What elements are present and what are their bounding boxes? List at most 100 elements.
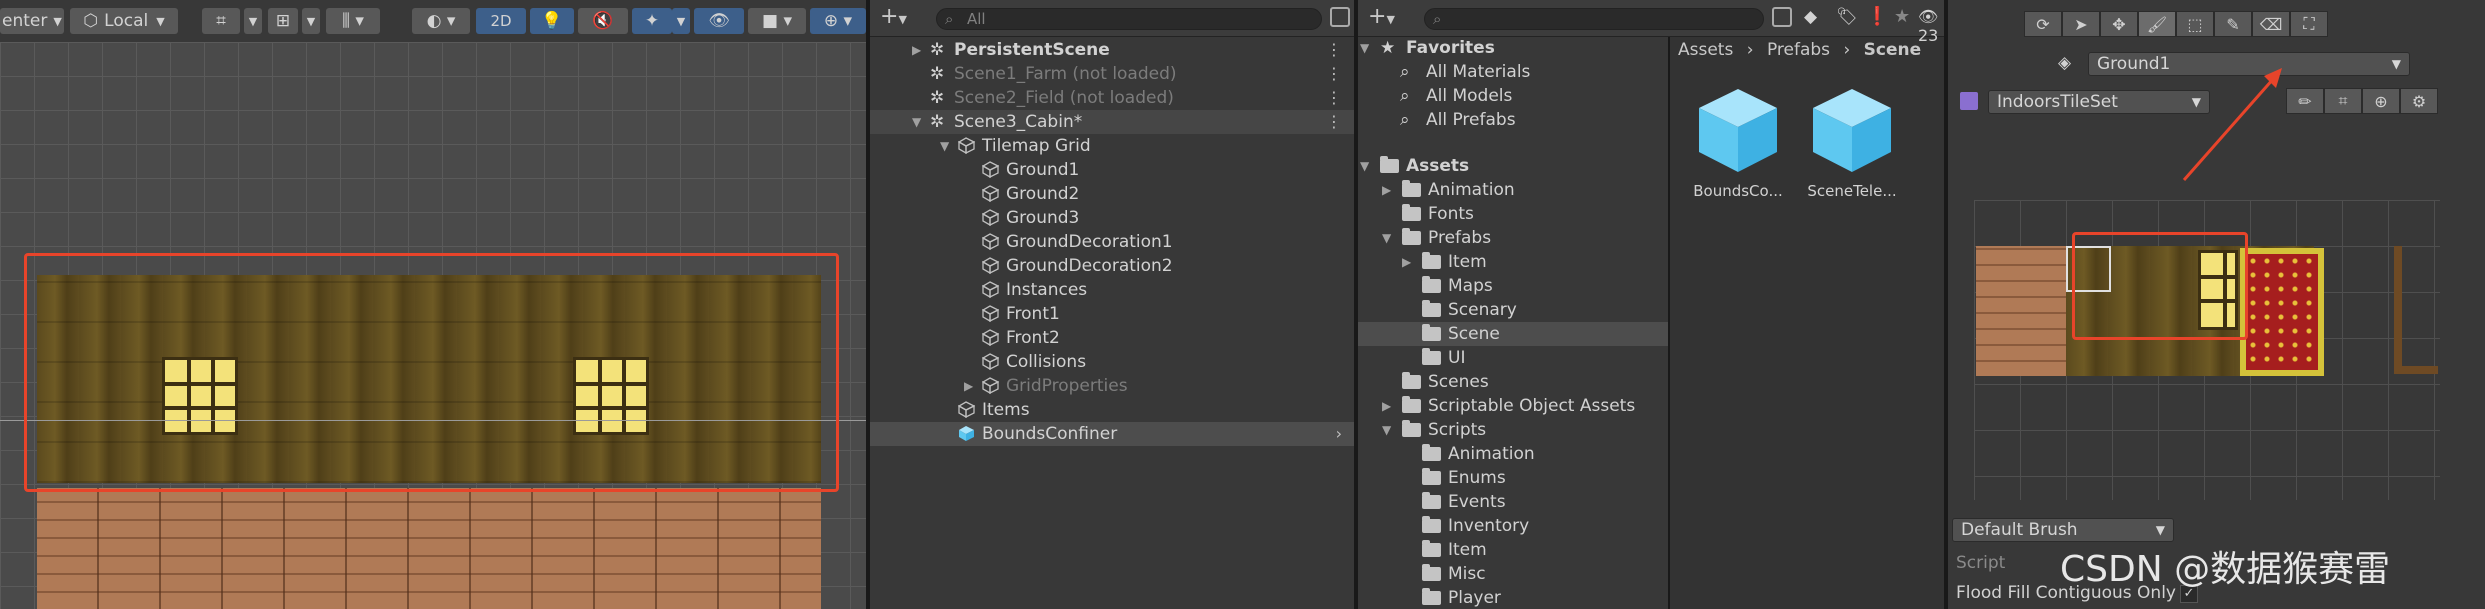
hierarchy-item[interactable]: GroundDecoration2	[870, 254, 1354, 278]
gizmos-icon[interactable]: ⊕ ▾	[810, 8, 866, 34]
label-icon[interactable]: 🏷	[1836, 7, 1858, 27]
folder-item[interactable]: Fonts	[1358, 202, 1668, 226]
expand-arrow-icon[interactable]: ▼	[940, 134, 949, 158]
folder-item[interactable]: ▼ Prefabs	[1358, 226, 1668, 250]
more-options-icon[interactable]: ⋮	[1326, 110, 1342, 134]
more-options-icon[interactable]: ⋮	[1326, 86, 1342, 110]
brush-dropdown[interactable]: Default Brush ▼	[1952, 518, 2174, 542]
hierarchy-item[interactable]: ✲ Scene1_Farm (not loaded) ⋮	[870, 62, 1354, 86]
create-button[interactable]: +▼	[1368, 4, 1395, 29]
hierarchy-item[interactable]: ▼ ✲ Scene3_Cabin* ⋮	[870, 110, 1354, 134]
hierarchy-item-label: Instances	[1006, 280, 1088, 300]
folder-item[interactable]: ▶ Item	[1358, 250, 1668, 274]
expand-arrow-icon[interactable]: ▼	[1360, 36, 1369, 60]
increment-snap-dropdown[interactable]: ▼	[302, 8, 320, 34]
hierarchy-search-input[interactable]: ⌕ All	[936, 8, 1322, 30]
project-search-input[interactable]: ⌕	[1424, 8, 1764, 30]
info-icon[interactable]: ❗	[1866, 6, 1888, 27]
hierarchy-item[interactable]: Front1	[870, 302, 1354, 326]
space-dropdown[interactable]: ⬡ Local ▼	[70, 8, 178, 34]
hierarchy-item[interactable]: BoundsConfiner ›	[870, 422, 1354, 446]
lighting-icon[interactable]: 💡	[530, 8, 574, 34]
folder-item[interactable]: Scenes	[1358, 370, 1668, 394]
gameobject-icon	[981, 281, 1000, 299]
collapse-arrow-icon[interactable]: ▶	[912, 38, 921, 62]
expand-arrow-icon[interactable]: ▶	[1382, 394, 1391, 418]
folder-item[interactable]: ▶ Scriptable Object Assets	[1358, 394, 1668, 418]
hierarchy-item[interactable]: Ground2	[870, 182, 1354, 206]
folder-item[interactable]: Item	[1358, 538, 1668, 562]
favorites-header[interactable]: ▼ ★ Favorites	[1358, 36, 1668, 60]
hierarchy-item[interactable]: Instances	[870, 278, 1354, 302]
breadcrumb-prefabs[interactable]: Prefabs	[1767, 40, 1830, 60]
folder-item[interactable]: Events	[1358, 490, 1668, 514]
folder-item[interactable]: ▼ Assets	[1358, 154, 1668, 178]
expand-arrow-icon[interactable]: ▼	[1382, 226, 1391, 250]
hierarchy-item[interactable]: Collisions	[870, 350, 1354, 374]
favorite-item[interactable]: ⌕ All Models	[1358, 84, 1668, 108]
expand-arrow-icon[interactable]: ▶	[1382, 178, 1391, 202]
asset-sceneteleport[interactable]: SceneTele...	[1804, 84, 1900, 200]
search-by-type-icon[interactable]: ◆	[1804, 7, 1817, 27]
scene-view[interactable]: enter ▼ ⬡ Local ▼ ⌗ ▼ ⊞ ▼ ⫼ ▾ ◐ ▾ 2D 💡 🔇 ✦…	[0, 0, 866, 609]
folder-item[interactable]: Inventory	[1358, 514, 1668, 538]
expand-arrow-icon[interactable]: ▼	[912, 110, 921, 134]
effects-dropdown[interactable]: ▼	[672, 8, 690, 34]
folder-item[interactable]: Player	[1358, 586, 1668, 609]
increment-snap-icon[interactable]: ⊞	[268, 8, 298, 34]
hierarchy-item[interactable]: ✲ Scene2_Field (not loaded) ⋮	[870, 86, 1354, 110]
effects-icon[interactable]: ✦	[632, 8, 672, 34]
visibility-icon[interactable]: 👁	[694, 8, 744, 34]
grid-snap-icon[interactable]: ⌗	[202, 8, 240, 34]
folder-item[interactable]: Scene	[1358, 322, 1668, 346]
more-options-icon[interactable]: ⋮	[1326, 62, 1342, 86]
audio-icon[interactable]: 🔇	[578, 8, 628, 34]
hierarchy-item-label: Scene1_Farm (not loaded)	[954, 64, 1177, 84]
hierarchy-item[interactable]: Ground3	[870, 206, 1354, 230]
hierarchy-item[interactable]: Front2	[870, 326, 1354, 350]
2d-toggle-button[interactable]: 2D	[476, 8, 526, 34]
expand-icon[interactable]	[1330, 7, 1350, 27]
folder-label: Scriptable Object Assets	[1428, 396, 1636, 416]
gameobject-icon	[981, 185, 1000, 203]
snap-settings-icon[interactable]: ⫼ ▾	[326, 8, 380, 34]
folder-item[interactable]: Animation	[1358, 442, 1668, 466]
folder-icon	[1380, 156, 1399, 173]
hierarchy-item[interactable]: Items	[870, 398, 1354, 422]
hierarchy-item-label: Scene3_Cabin*	[954, 112, 1083, 132]
expand-icon[interactable]	[1772, 7, 1792, 27]
folder-icon	[1402, 420, 1421, 437]
breadcrumb-assets[interactable]: Assets	[1678, 40, 1733, 60]
expand-arrow-icon[interactable]: ▶	[1402, 250, 1411, 274]
star-icon[interactable]: ★	[1894, 6, 1910, 27]
expand-arrow-icon[interactable]: ▼	[1382, 418, 1391, 442]
folder-item[interactable]: Maps	[1358, 274, 1668, 298]
shading-mode-icon[interactable]: ◐ ▾	[412, 8, 470, 34]
folder-item[interactable]: Enums	[1358, 466, 1668, 490]
folder-label: Maps	[1448, 276, 1493, 296]
add-button[interactable]: +▼	[880, 4, 907, 29]
folder-item[interactable]: UI	[1358, 346, 1668, 370]
hierarchy-item[interactable]: ▼ Tilemap Grid	[870, 134, 1354, 158]
breadcrumb-scene[interactable]: Scene	[1864, 40, 1921, 60]
folder-item[interactable]: Misc	[1358, 562, 1668, 586]
chevron-right-icon[interactable]: ›	[1336, 422, 1342, 446]
more-options-icon[interactable]: ⋮	[1326, 38, 1342, 62]
hierarchy-item[interactable]: GroundDecoration1	[870, 230, 1354, 254]
asset-boundsconfiner[interactable]: BoundsCo...	[1690, 84, 1786, 200]
folder-item[interactable]: ▼ Scripts	[1358, 418, 1668, 442]
expand-arrow-icon[interactable]: ▼	[1360, 154, 1369, 178]
collapse-arrow-icon[interactable]: ▶	[964, 374, 973, 398]
folder-icon	[1422, 444, 1441, 461]
folder-icon	[1422, 516, 1441, 533]
hierarchy-item[interactable]: ▶ GridProperties	[870, 374, 1354, 398]
folder-item[interactable]: Scenary	[1358, 298, 1668, 322]
folder-item[interactable]: ▶ Animation	[1358, 178, 1668, 202]
favorite-item[interactable]: ⌕ All Materials	[1358, 60, 1668, 84]
hierarchy-item[interactable]: ▶ ✲ PersistentScene ⋮	[870, 38, 1354, 62]
grid-snap-dropdown[interactable]: ▼	[244, 8, 262, 34]
favorite-item[interactable]: ⌕ All Prefabs	[1358, 108, 1668, 132]
pivot-dropdown[interactable]: enter ▼	[0, 8, 64, 34]
hierarchy-item[interactable]: Ground1	[870, 158, 1354, 182]
camera-icon[interactable]: ■ ▾	[748, 8, 806, 34]
